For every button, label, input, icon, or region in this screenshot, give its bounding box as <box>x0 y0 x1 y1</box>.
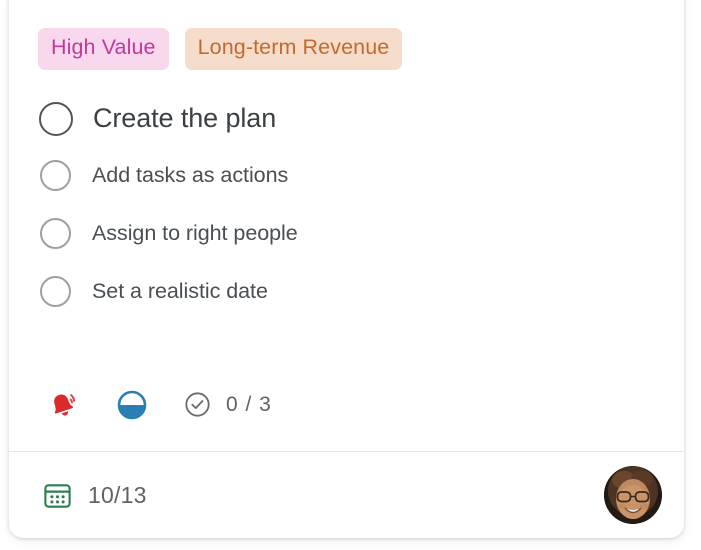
card-footer: 10/13 <box>9 452 684 538</box>
due-date-text: 10/13 <box>88 481 147 508</box>
checkbox-circle-icon[interactable] <box>39 101 73 136</box>
checkbox-circle-icon[interactable] <box>40 218 71 249</box>
checklist-progress-count: 0 / 3 <box>226 392 272 416</box>
checklist-item-add-tasks-as-actions[interactable]: Add tasks as actions <box>9 147 684 205</box>
avatar[interactable] <box>604 466 662 524</box>
checklist-item-assign-to-right-people[interactable]: Assign to right people <box>9 205 684 263</box>
check-circle-icon <box>181 391 213 418</box>
bell-ringing-icon[interactable] <box>42 389 86 421</box>
card-meta-row: 0 / 3 <box>9 383 684 427</box>
checklist-item-label: Set a realistic date <box>92 279 268 303</box>
checklist-item-create-the-plan[interactable]: Create the plan <box>9 91 684 147</box>
checkbox-circle-icon[interactable] <box>40 276 71 307</box>
tag-long-term-revenue[interactable]: Long-term Revenue <box>184 28 403 70</box>
checklist: Create the plan Add tasks as actions Ass… <box>9 91 684 321</box>
checklist-item-label: Assign to right people <box>92 221 298 245</box>
task-card[interactable]: High Value Long-term Revenue Create the … <box>9 0 684 538</box>
due-date-group[interactable]: 10/13 <box>42 480 147 511</box>
half-filled-circle-icon[interactable] <box>110 389 154 421</box>
tag-high-value[interactable]: High Value <box>38 28 169 70</box>
card-body: High Value Long-term Revenue Create the … <box>9 0 684 451</box>
checklist-item-label: Add tasks as actions <box>92 163 289 187</box>
checklist-item-label: Create the plan <box>93 103 277 133</box>
checklist-item-set-a-realistic-date[interactable]: Set a realistic date <box>9 263 684 321</box>
tag-row: High Value Long-term Revenue <box>9 0 684 70</box>
checkbox-circle-icon[interactable] <box>40 160 71 191</box>
calendar-icon <box>42 480 73 511</box>
